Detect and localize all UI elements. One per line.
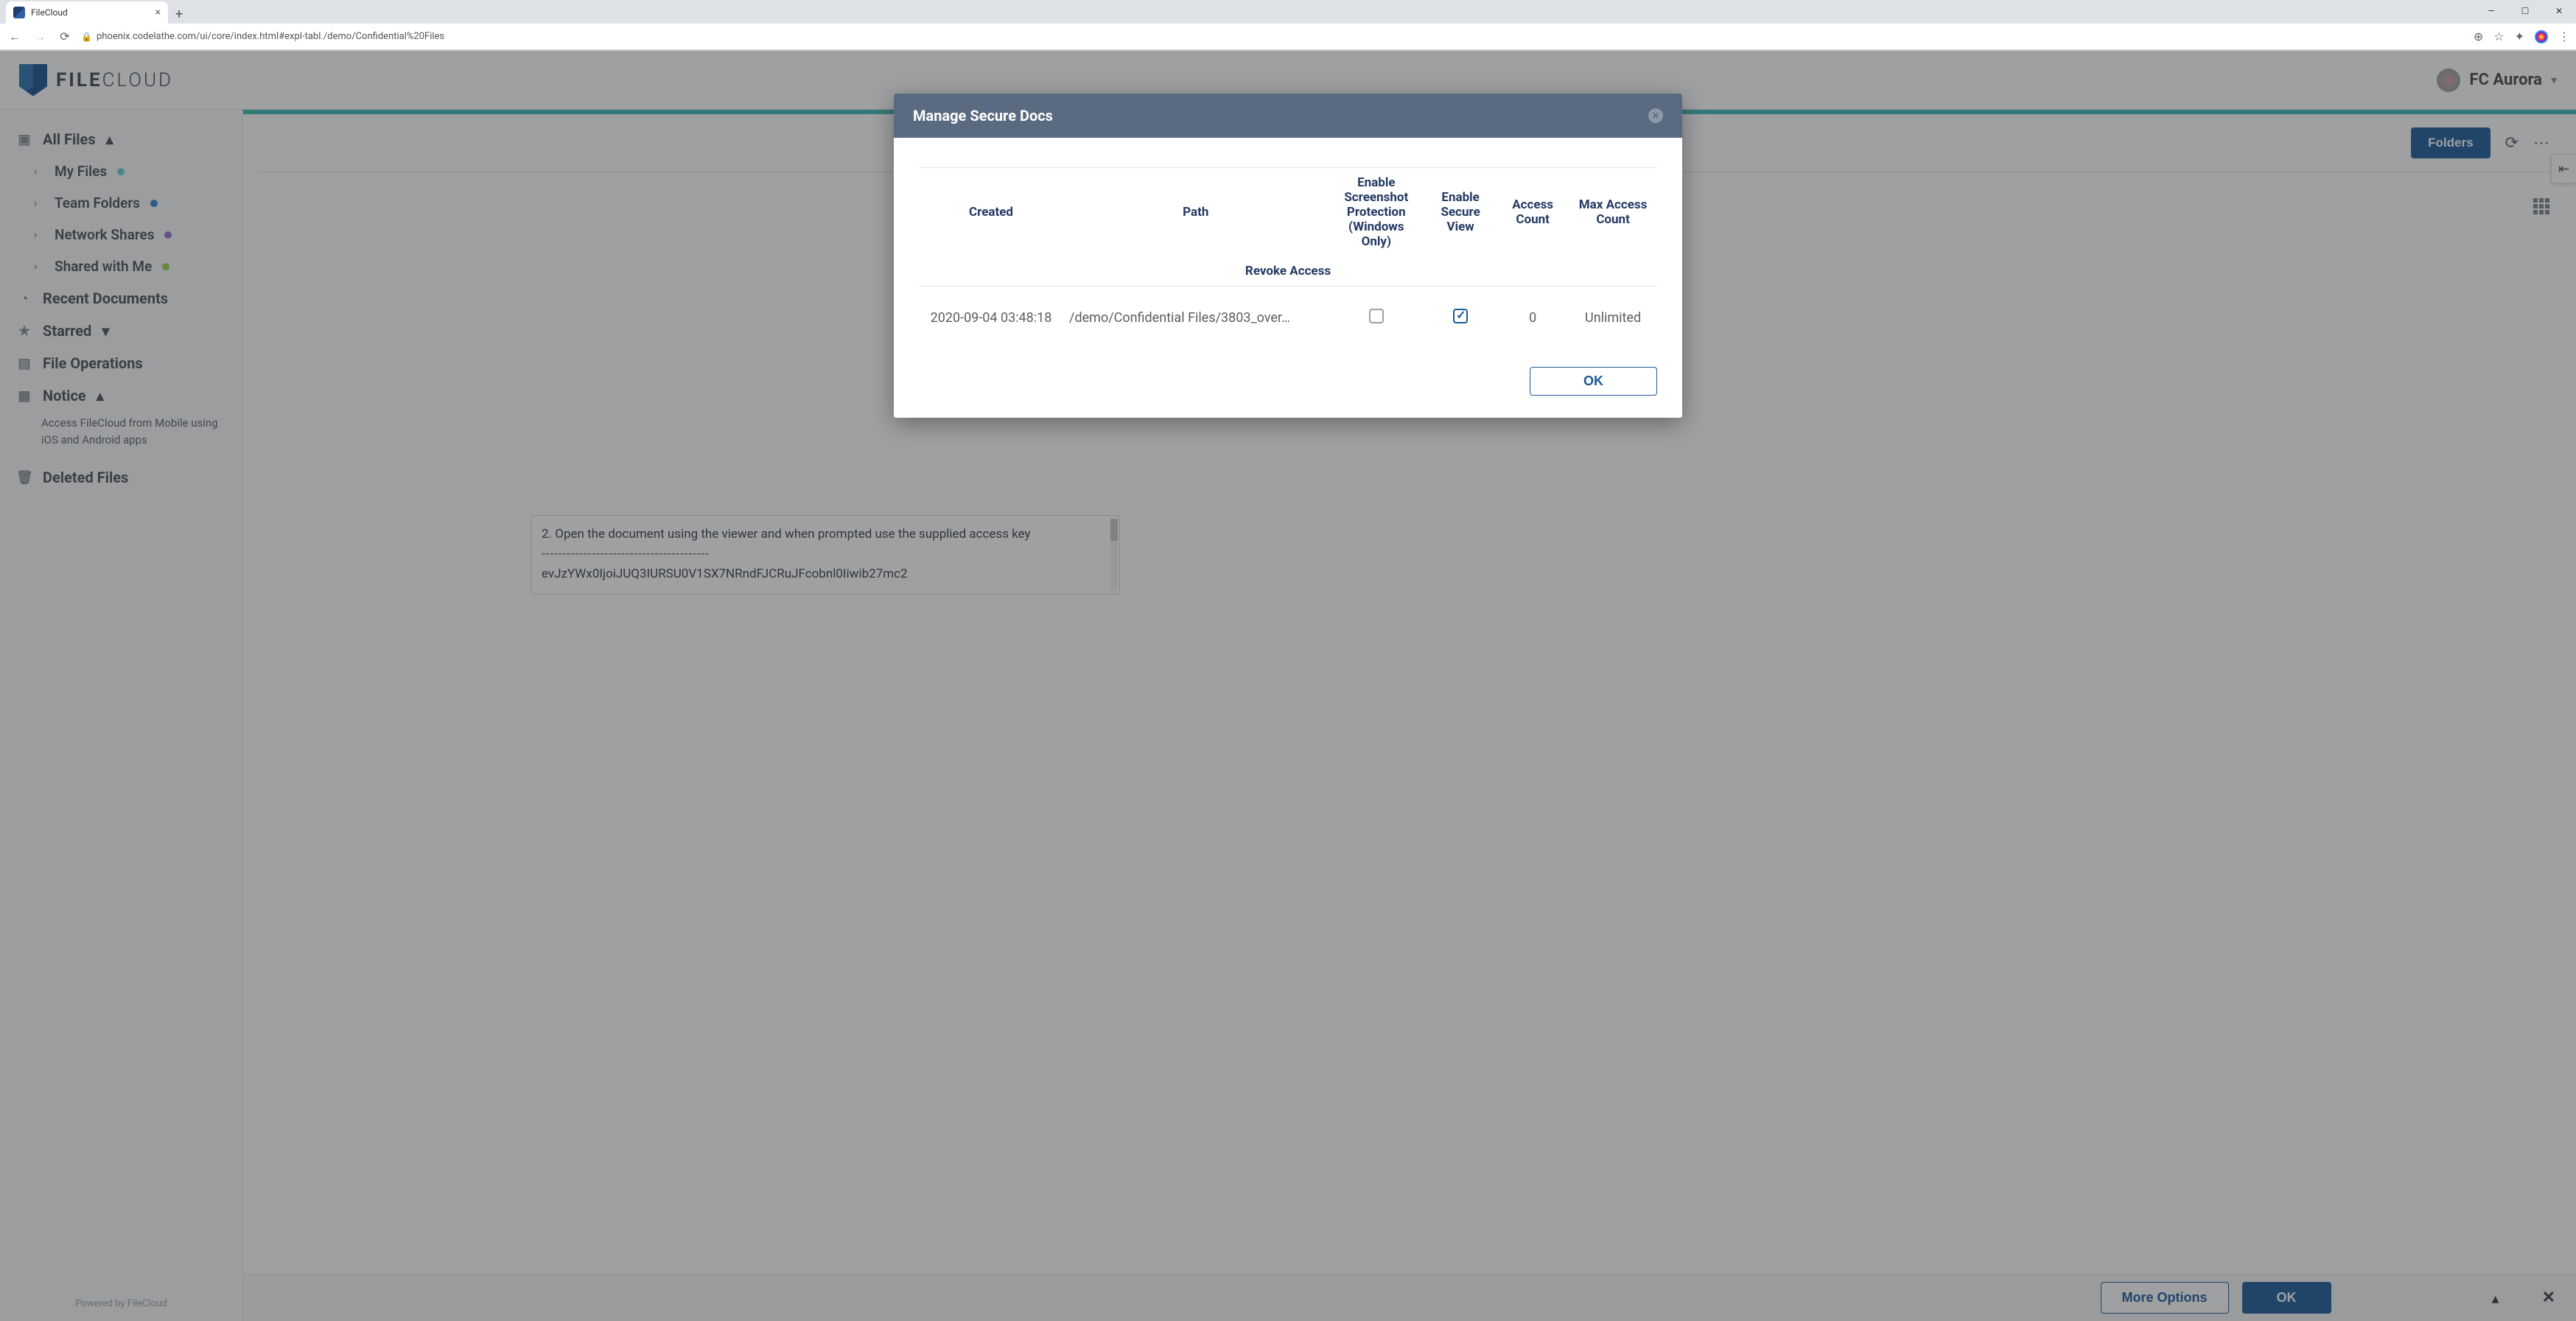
window-controls: — ☐ ✕ [2474,0,2576,22]
col-created: Created [919,168,1063,257]
favicon-icon [13,7,25,18]
cell-screenshot [1328,287,1424,350]
browser-chrome: FileCloud × + — ☐ ✕ ← → ⟳ 🔒 phoenix.code… [0,0,2576,51]
browser-right-icons: ⊕ ☆ ✦ ⋮ [2474,29,2570,43]
modal-header: Manage Secure Docs ✕ [894,94,1682,138]
cell-path: /demo/Confidential Files/3803_over… [1063,287,1328,350]
address-bar: ← → ⟳ 🔒 phoenix.codelathe.com/ui/core/in… [0,24,2576,50]
col-revoke: Revoke Access [919,256,1657,287]
chrome-profile-icon[interactable] [2535,30,2548,43]
extensions-icon[interactable]: ✦ [2515,29,2524,43]
tab-close-icon[interactable]: × [155,7,161,18]
col-max-access: Max Access Count [1569,168,1657,257]
browser-tab[interactable]: FileCloud × [6,1,168,24]
manage-secure-docs-modal: Manage Secure Docs ✕ Created Path Enable… [894,94,1682,418]
app-root: FILECLOUD FC Aurora ▾ ▣ All Files ▴ › My… [0,51,2576,1321]
new-tab-button[interactable]: + [168,5,190,24]
modal-footer: OK [894,367,1682,418]
url-field[interactable]: 🔒 phoenix.codelathe.com/ui/core/index.ht… [81,31,2466,42]
bookmark-icon[interactable]: ☆ [2493,29,2504,43]
secure-view-checkbox[interactable] [1453,309,1468,323]
col-access-count: Access Count [1497,168,1569,257]
modal-ok-button[interactable]: OK [1530,367,1657,396]
col-screenshot: Enable Screenshot Protection (Windows On… [1328,168,1424,257]
modal-body: Created Path Enable Screenshot Protectio… [894,138,1682,367]
lock-icon: 🔒 [81,32,92,42]
cell-secure-view [1424,287,1497,350]
modal-close-icon[interactable]: ✕ [1648,108,1663,123]
cell-access-count: 0 [1497,287,1569,350]
window-close-icon[interactable]: ✕ [2542,0,2576,22]
table-row: 2020-09-04 03:48:18 /demo/Confidential F… [919,287,1657,350]
nav-forward-icon[interactable]: → [31,29,49,44]
nav-reload-icon[interactable]: ⟳ [56,29,74,43]
url-text: phoenix.codelathe.com/ui/core/index.html… [97,31,444,42]
nav-back-icon[interactable]: ← [6,29,24,44]
cell-max-access: Unlimited [1569,287,1657,350]
secure-docs-table: Created Path Enable Screenshot Protectio… [919,167,1657,349]
col-secure-view: Enable Secure View [1424,168,1497,257]
chrome-menu-icon[interactable]: ⋮ [2558,29,2570,43]
zoom-icon[interactable]: ⊕ [2474,29,2483,43]
tab-title: FileCloud [31,7,150,18]
tab-strip: FileCloud × + — ☐ ✕ [0,0,2576,24]
window-maximize-icon[interactable]: ☐ [2508,0,2542,22]
screenshot-checkbox[interactable] [1369,309,1384,323]
col-path: Path [1063,168,1328,257]
cell-created: 2020-09-04 03:48:18 [919,287,1063,350]
window-minimize-icon[interactable]: — [2474,0,2508,22]
modal-title: Manage Secure Docs [913,107,1053,125]
